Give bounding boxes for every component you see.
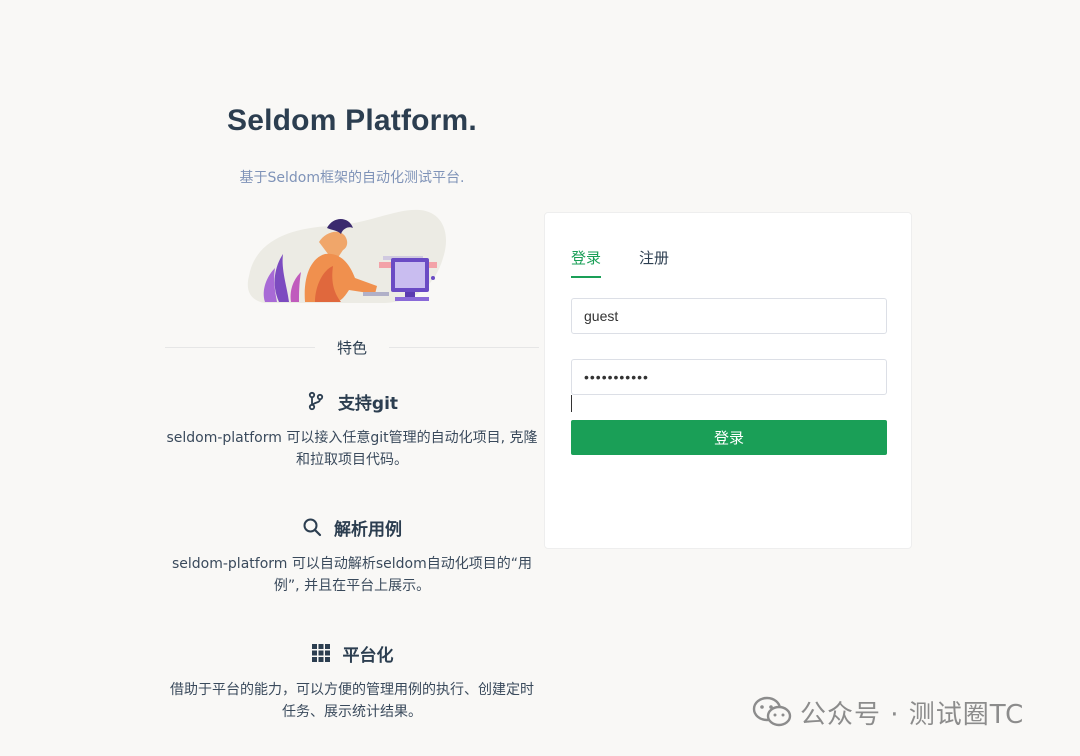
auth-tabs: 登录 注册: [571, 247, 669, 278]
feature-desc: 借助于平台的能力，可以方便的管理用例的执行、创建定时任务、展示统计结果。: [170, 682, 534, 720]
search-icon: [303, 518, 322, 537]
username-input[interactable]: [571, 298, 887, 334]
app-subtitle: 基于Seldom框架的自动化测试平台.: [239, 170, 465, 186]
login-card: 登录 注册 登录: [544, 212, 912, 549]
login-page: Seldom Platform. 基于Seldom框架的自动化测试平台. 特色: [0, 0, 1080, 756]
login-button[interactable]: 登录: [571, 420, 887, 455]
tab-register[interactable]: 注册: [639, 247, 669, 278]
feature-desc: seldom-platform 可以自动解析seldom自动化项目的“用例”, …: [171, 556, 532, 594]
password-input[interactable]: [571, 359, 887, 395]
git-branch-icon: [308, 391, 324, 411]
feature-parse-cases: 解析用例 seldom-platform 可以自动解析seldom自动化项目的“…: [165, 514, 539, 597]
feature-title: 平台化: [342, 645, 394, 666]
text-cursor: [571, 395, 572, 412]
app-title: Seldom Platform.: [227, 104, 477, 137]
watermark: 公众号 · 测试圈TC: [752, 694, 1024, 730]
features-section-label: 特色: [336, 339, 367, 357]
feature-desc: seldom-platform 可以接入任意git管理的自动化项目, 克隆和拉取…: [166, 430, 538, 468]
feature-git: 支持git seldom-platform 可以接入任意git管理的自动化项目,…: [165, 388, 539, 471]
developer-illustration: [247, 209, 447, 303]
feature-title: 支持git: [337, 393, 399, 414]
watermark-text: 公众号 · 测试圈TC: [800, 699, 1025, 730]
feature-platform: 平台化 借助于平台的能力，可以方便的管理用例的执行、创建定时任务、展示统计结果。: [165, 640, 539, 723]
grid-icon: [311, 644, 330, 662]
feature-title: 解析用例: [334, 519, 402, 540]
features-divider: 特色: [165, 336, 539, 358]
wechat-icon: [752, 696, 792, 727]
tab-login[interactable]: 登录: [571, 247, 602, 278]
